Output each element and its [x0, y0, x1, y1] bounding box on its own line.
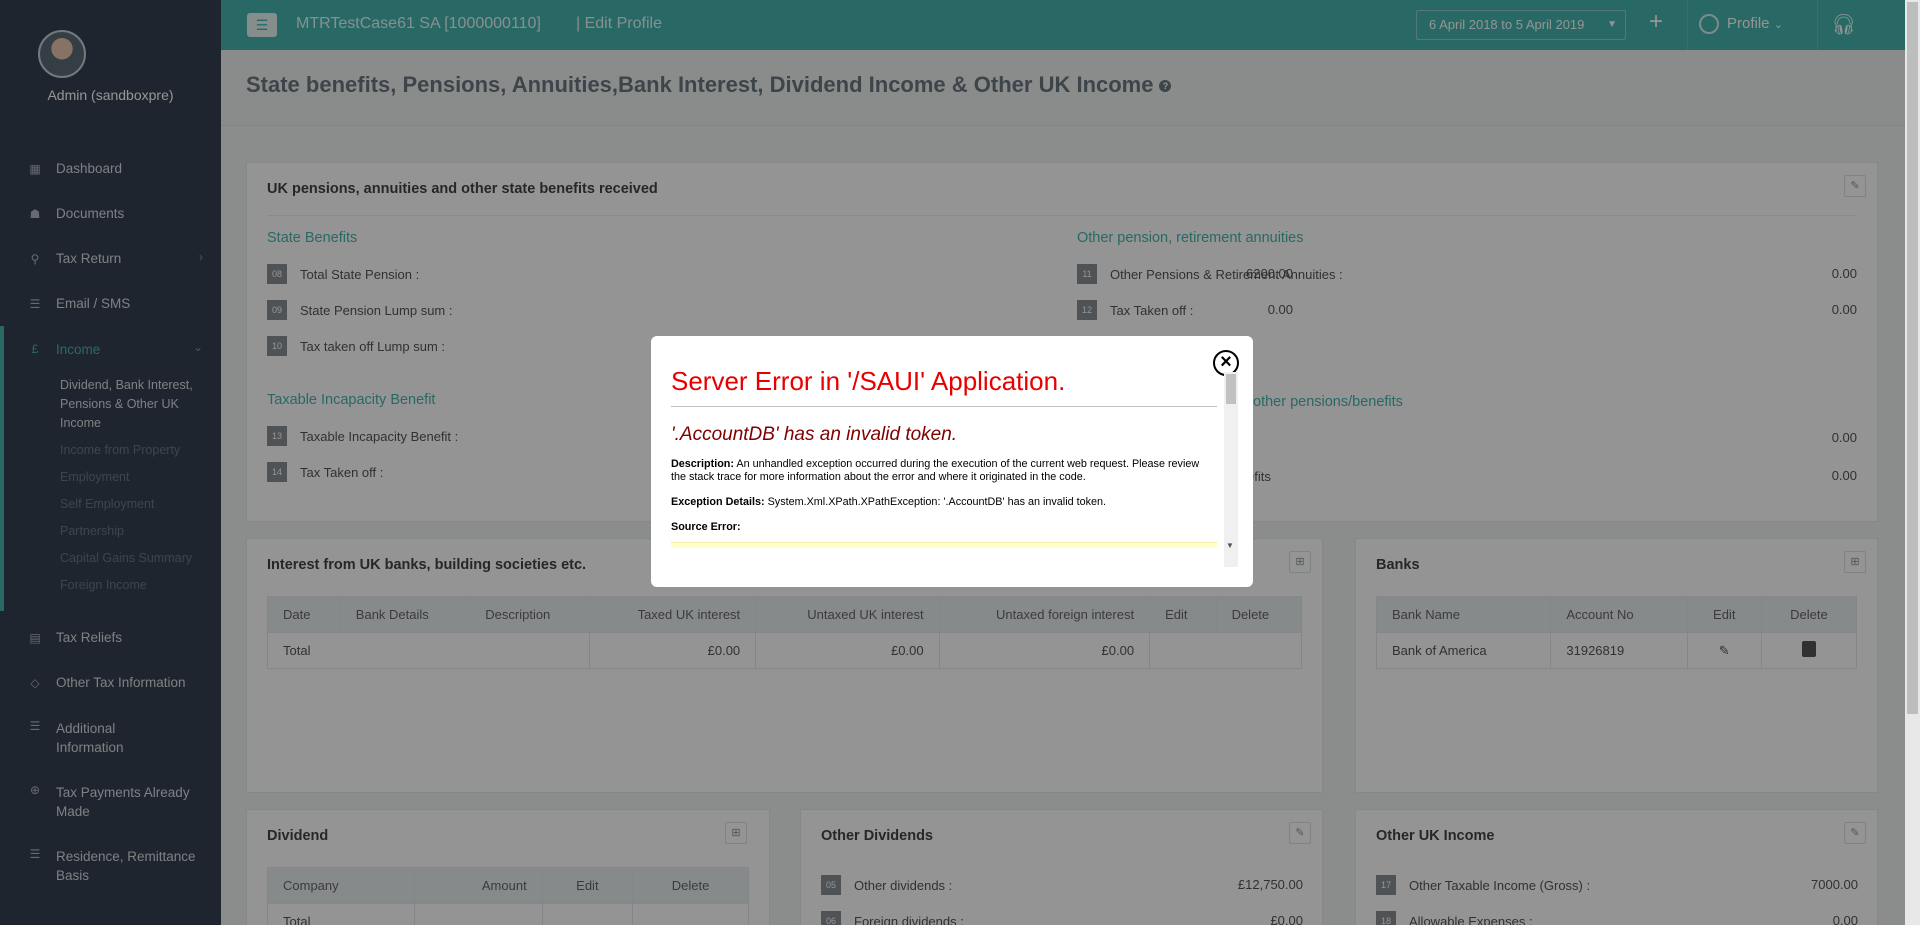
description-label: Description:	[671, 458, 734, 470]
source-error: Source Error:	[671, 521, 1217, 534]
error-description: Description: An unhandled exception occu…	[671, 458, 1217, 484]
exception-text: System.Xml.XPath.XPathException: '.Accou…	[764, 496, 1107, 508]
description-text: An unhandled exception occurred during t…	[671, 458, 1200, 483]
error-content: Server Error in '/SAUI' Application. '.A…	[671, 358, 1217, 586]
error-message: '.AccountDB' has an invalid token.	[671, 424, 958, 445]
scroll-down-icon[interactable]: ▼	[1226, 541, 1234, 550]
error-modal: × Server Error in '/SAUI' Application. '…	[651, 336, 1253, 587]
source-error-box	[671, 542, 1217, 548]
exception-details: Exception Details: System.Xml.XPath.XPat…	[671, 496, 1217, 509]
scrollbar-thumb[interactable]	[1907, 2, 1918, 714]
exception-label: Exception Details:	[671, 496, 765, 508]
source-label: Source Error:	[671, 521, 741, 533]
error-title: Server Error in '/SAUI' Application.	[671, 366, 1217, 407]
modal-scrollbar-thumb[interactable]	[1226, 374, 1236, 404]
